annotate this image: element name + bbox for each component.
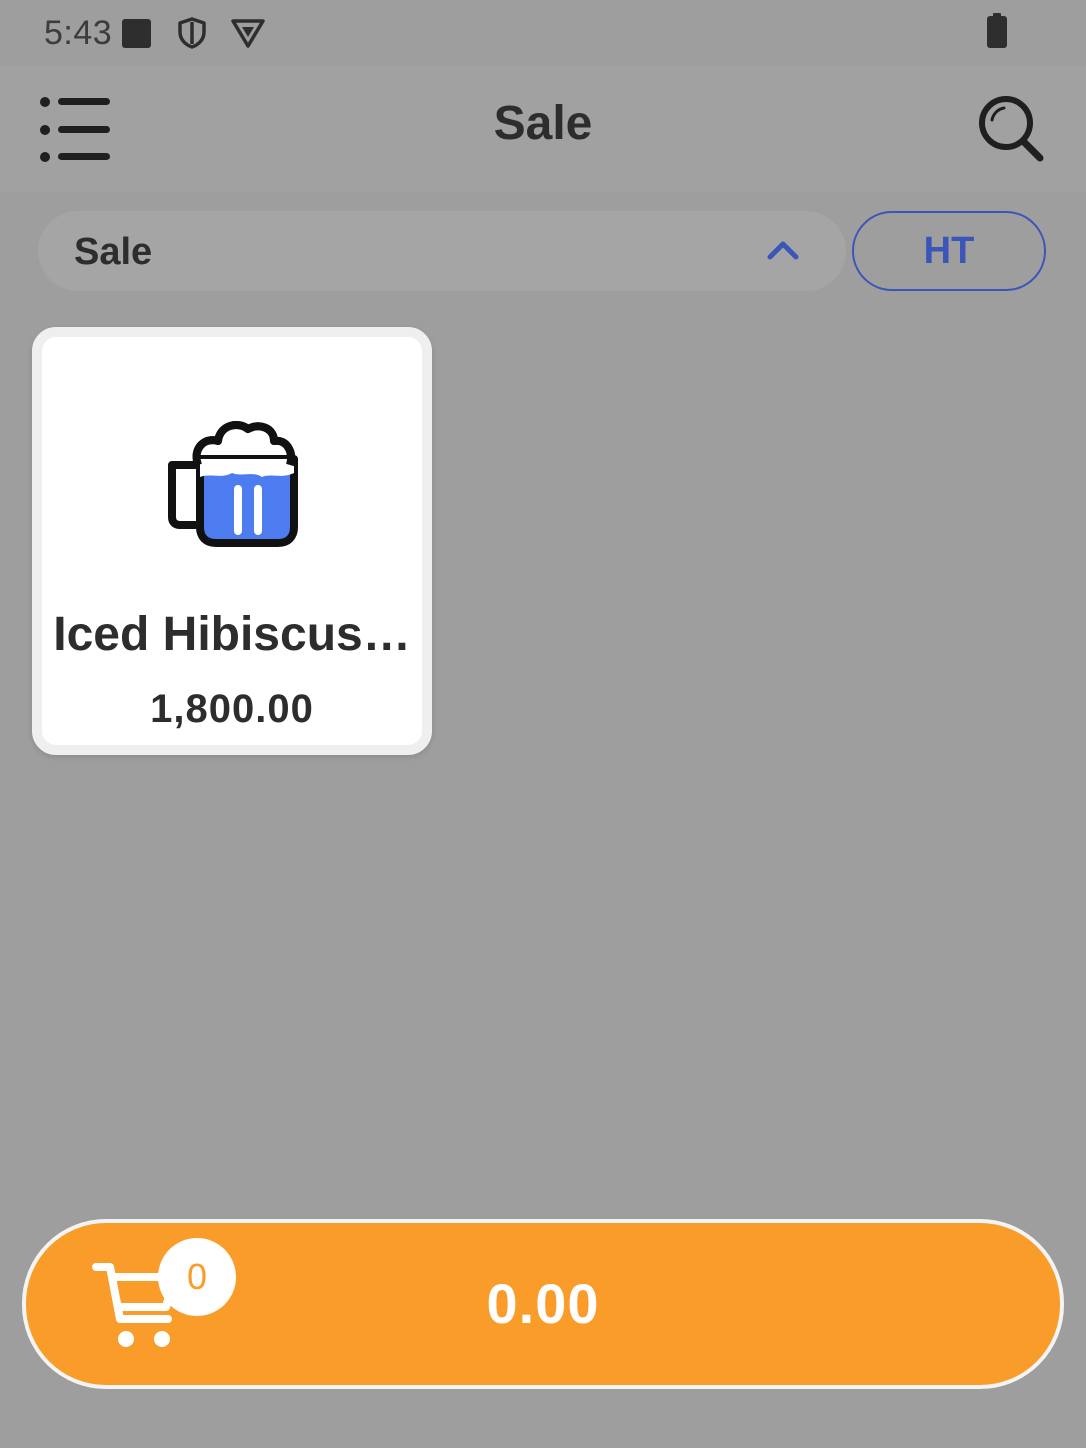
- search-button[interactable]: [972, 90, 1052, 170]
- product-name: Iced Hibiscus…: [53, 608, 411, 661]
- beer-mug-icon: [168, 421, 298, 547]
- menu-list-icon: [40, 97, 110, 162]
- ht-toggle-button[interactable]: HT: [852, 211, 1046, 291]
- category-dropdown[interactable]: Sale: [38, 211, 846, 291]
- square-notification-icon: [122, 19, 151, 48]
- status-bar: 5:43: [0, 0, 1086, 66]
- product-card[interactable]: Iced Hibiscus… 1,800.00: [32, 327, 432, 755]
- battery-icon: [987, 13, 1007, 48]
- status-time: 5:43: [44, 14, 113, 52]
- cart-total: 0.00: [486, 1272, 600, 1335]
- menu-button[interactable]: [32, 90, 116, 170]
- page-title: Sale: [493, 97, 593, 150]
- chevron-up-icon: [767, 241, 799, 260]
- search-icon: [979, 96, 1044, 162]
- category-selected-label: Sale: [74, 231, 153, 273]
- app-bar: Sale: [0, 66, 1086, 192]
- cart-count-badge: 0: [158, 1238, 236, 1316]
- shield-icon: [178, 17, 206, 49]
- cart-checkout-button[interactable]: 0 0.00: [22, 1219, 1064, 1389]
- product-price: 1,800.00: [150, 687, 314, 731]
- vpn-icon: [231, 19, 265, 48]
